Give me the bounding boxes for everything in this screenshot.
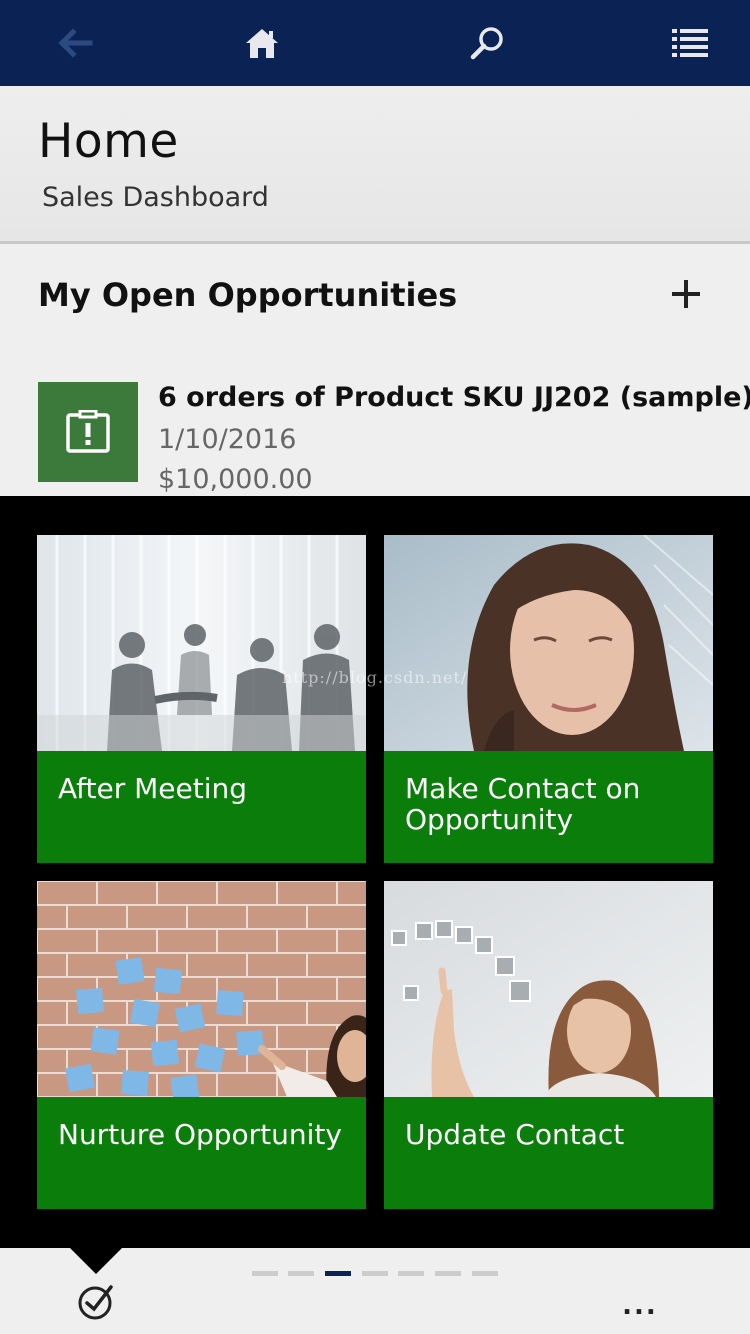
- list-icon: [672, 29, 708, 57]
- page-header: Home Sales Dashboard: [0, 86, 750, 244]
- task-flow-panel: After Meeting Make Contact on Opportunit…: [0, 496, 750, 1248]
- page-dot: [362, 1271, 388, 1276]
- opportunity-name[interactable]: 6 orders of Product SKU JJ202 (sample): [158, 382, 750, 413]
- watermark: http://blog.csdn.net/: [282, 668, 468, 687]
- tile-label: Nurture Opportunity: [58, 1118, 342, 1151]
- tile-label: Update Contact: [405, 1118, 625, 1151]
- add-opportunity-button[interactable]: [664, 272, 708, 316]
- page-title: Home: [38, 114, 179, 169]
- page-dot-active: [325, 1271, 351, 1276]
- bottom-bar: ...: [0, 1248, 750, 1334]
- sticky-notes-wall-photo: [37, 881, 366, 1097]
- search-icon: [470, 27, 503, 60]
- open-opportunities-section: My Open Opportunities 6 orders of Produc…: [0, 244, 750, 496]
- handshake-meeting-photo: [37, 535, 366, 751]
- page-dot: [435, 1271, 461, 1276]
- tile-caption: Make Contact on Opportunity: [384, 751, 713, 863]
- menu-button[interactable]: [665, 18, 715, 68]
- opportunity-amount: $10,000.00: [158, 464, 313, 495]
- tile-after-meeting[interactable]: After Meeting: [37, 535, 366, 863]
- panel-pointer: [70, 1248, 122, 1274]
- tile-caption: Update Contact: [384, 1097, 713, 1209]
- more-button[interactable]: ...: [616, 1288, 664, 1324]
- woman-portrait-photo: [384, 535, 713, 751]
- tile-caption: After Meeting: [37, 751, 366, 863]
- opportunity-icon[interactable]: [38, 382, 138, 482]
- opportunity-date: 1/10/2016: [158, 424, 297, 455]
- tile-caption: Nurture Opportunity: [37, 1097, 366, 1209]
- woman-touchscreen-photo: [384, 881, 713, 1097]
- page-subtitle: Sales Dashboard: [42, 182, 269, 213]
- home-icon: [246, 29, 278, 58]
- tile-label: Make Contact on Opportunity: [405, 772, 641, 836]
- home-button[interactable]: [237, 18, 287, 68]
- search-button[interactable]: [462, 18, 512, 68]
- tile-update-contact[interactable]: Update Contact: [384, 881, 713, 1209]
- page-dot: [472, 1271, 498, 1276]
- clipboard-alert-icon: [66, 410, 110, 453]
- page-dot: [288, 1271, 314, 1276]
- page-dot: [252, 1271, 278, 1276]
- circle-check-icon: [78, 1285, 113, 1320]
- top-nav-bar: [0, 0, 750, 86]
- back-button[interactable]: [50, 18, 100, 68]
- section-title: My Open Opportunities: [38, 276, 458, 314]
- tile-label: After Meeting: [58, 772, 248, 805]
- task-flow-button[interactable]: [74, 1280, 118, 1324]
- tile-make-contact-on-opportunity[interactable]: Make Contact on Opportunity: [384, 535, 713, 863]
- tile-nurture-opportunity[interactable]: Nurture Opportunity: [37, 881, 366, 1209]
- plus-icon: [672, 280, 700, 308]
- arrow-left-icon: [58, 28, 93, 58]
- page-dot: [398, 1271, 424, 1276]
